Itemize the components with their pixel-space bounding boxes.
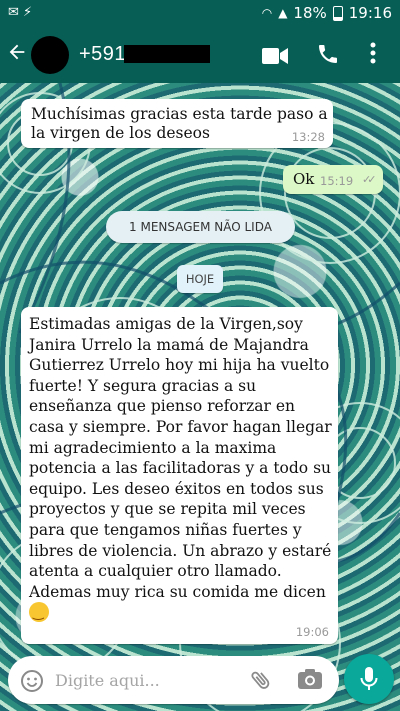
message-text: Ok — [293, 170, 315, 188]
mic-button[interactable] — [344, 654, 394, 704]
signal-icon: ▲ — [278, 6, 288, 20]
contact-avatar[interactable] — [31, 36, 69, 74]
phone-call-icon[interactable] — [316, 42, 340, 70]
contact-name[interactable]: +591 — [79, 43, 126, 66]
unread-messages-banner: 1 MENSAGEM NÃO LIDA — [106, 211, 295, 243]
incoming-message[interactable]: Estimadas amigas de la Virgen,soy Janira… — [21, 307, 338, 644]
read-receipt-icon: ✓✓ — [362, 173, 377, 186]
smiling-face-icon — [29, 602, 49, 625]
message-text-container: Estimadas amigas de la Virgen,soy Janira… — [29, 314, 334, 625]
mic-icon — [360, 667, 378, 690]
video-call-icon[interactable] — [262, 47, 288, 69]
message-composer — [8, 656, 339, 704]
message-time: 15:19 — [320, 174, 354, 188]
more-vertical-icon[interactable] — [370, 41, 376, 69]
battery-percent: 18% — [293, 4, 327, 22]
message-text: Muchísimas gracias esta tarde paso a la … — [31, 105, 328, 142]
incoming-message[interactable]: Muchísimas gracias esta tarde paso a la … — [21, 99, 333, 148]
emoji-icon[interactable] — [20, 669, 44, 697]
message-time: 13:28 — [291, 130, 325, 144]
date-divider: HOJE — [177, 265, 223, 293]
camera-icon[interactable] — [297, 667, 323, 695]
message-input[interactable] — [53, 667, 247, 693]
redaction-bar — [124, 45, 210, 63]
attach-icon[interactable] — [249, 668, 273, 696]
notification-icons: ✉ ⚡ — [8, 5, 33, 20]
message-time: 19:06 — [295, 625, 329, 639]
outgoing-message[interactable]: Ok 15:19 ✓✓ — [283, 165, 383, 194]
status-bar: ✉ ⚡ ◠ ▲ 18% 19:16 — [0, 0, 400, 27]
battery-icon — [332, 5, 343, 21]
wifi-icon: ◠ — [261, 6, 273, 20]
chat-header: +591 — [0, 27, 400, 83]
message-text: Estimadas amigas de la Virgen,soy Janira… — [29, 315, 332, 601]
clock: 19:16 — [348, 4, 392, 22]
back-arrow-icon[interactable] — [6, 41, 28, 69]
